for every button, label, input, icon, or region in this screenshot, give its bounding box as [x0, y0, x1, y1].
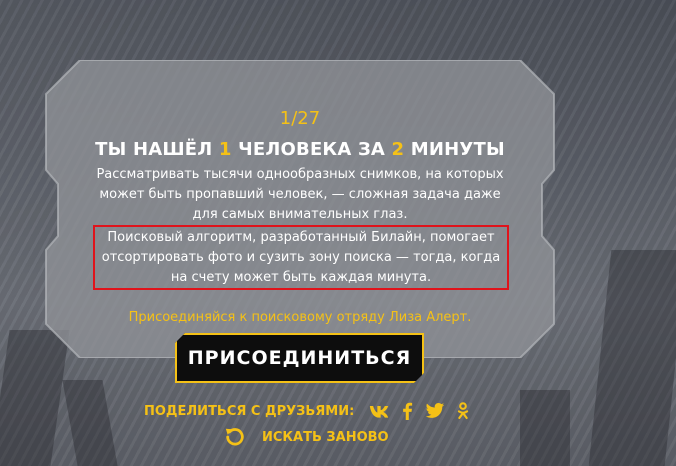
share-row: ПОДЕЛИТЬСЯ С ДРУЗЬЯМИ:	[144, 401, 480, 421]
vk-icon[interactable]	[368, 401, 390, 421]
minutes-count: 2	[391, 139, 405, 160]
join-button[interactable]: ПРИСОЕДИНИТЬСЯ	[175, 333, 424, 383]
description-text: Рассматривать тысячи однообразных снимко…	[80, 165, 520, 225]
people-found-count: 1	[218, 139, 232, 160]
search-again-button[interactable]: ИСКАТЬ ЗАНОВО	[224, 426, 389, 448]
title-prefix: ТЫ НАШЁЛ	[95, 139, 213, 160]
algorithm-line: Поисковый алгоритм, разработанный Билайн…	[107, 230, 495, 245]
refresh-icon	[225, 428, 244, 446]
background-tree-shadow	[62, 380, 118, 466]
share-label: ПОДЕЛИТЬСЯ С ДРУЗЬЯМИ:	[144, 403, 355, 419]
description-line: Рассматривать тысячи однообразных снимко…	[96, 167, 504, 182]
search-again-label: ИСКАТЬ ЗАНОВО	[262, 429, 389, 445]
description-line: для самых внимательных глаз.	[192, 207, 408, 222]
odnoklassniki-icon[interactable]	[452, 401, 474, 421]
title-suffix: МИНУТЫ	[410, 139, 505, 160]
title-middle: ЧЕЛОВЕКА ЗА	[238, 139, 386, 160]
background-tree-shadow	[588, 250, 676, 466]
algorithm-text: Поисковый алгоритм, разработанный Билайн…	[96, 228, 506, 288]
algorithm-line: на счету может быть каждая минута.	[170, 270, 432, 285]
result-title: ТЫ НАШЁЛ 1 ЧЕЛОВЕКА ЗА 2 МИНУТЫ	[0, 139, 600, 160]
description-line: может быть пропавший человек, — сложная …	[99, 187, 501, 202]
algorithm-line: отсортировать фото и сузить зону поиска …	[101, 250, 501, 265]
facebook-icon[interactable]	[396, 401, 418, 421]
progress-counter: 1/27	[279, 108, 321, 129]
twitter-icon[interactable]	[424, 401, 446, 421]
background-tree-shadow	[520, 390, 570, 466]
join-invite-text: Присоединяйся к поисковому отряду Лиза А…	[128, 310, 472, 325]
